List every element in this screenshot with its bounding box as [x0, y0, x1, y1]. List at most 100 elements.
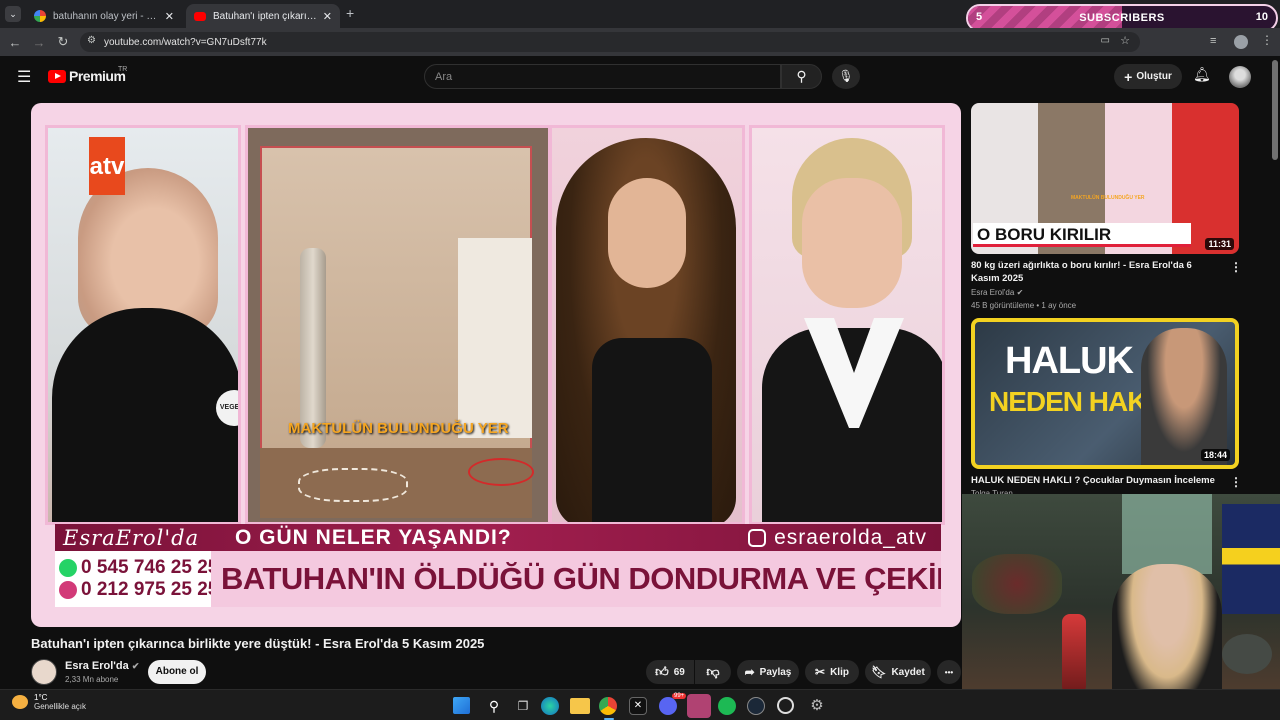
tab-title: Batuhan'ı ipten çıkarınca birlikte	[213, 10, 317, 22]
clip-button[interactable]: ✂ Klip	[805, 660, 859, 684]
bookmark-star-icon[interactable]: ☆	[1120, 34, 1130, 47]
share-button[interactable]: ➦ Paylaş	[737, 660, 799, 684]
chevron-down-icon: ⌄	[9, 9, 17, 19]
related-meta: 45 B görüntüleme • 1 ay önce	[971, 301, 1077, 310]
chalk-outline	[298, 468, 408, 502]
more-vert-icon[interactable]: ⋮	[1230, 260, 1242, 274]
like-button[interactable]: 👍︎ 69	[646, 660, 694, 684]
video-panel-woman	[549, 125, 745, 525]
region-code: TR	[118, 66, 128, 73]
create-button[interactable]: + Oluştur	[1114, 64, 1182, 89]
search-button[interactable]: ⚲	[781, 64, 822, 89]
reload-icon[interactable]: ↻	[51, 34, 75, 50]
save-label: Kaydet	[891, 666, 925, 678]
x-app-icon[interactable]: ✕	[629, 697, 647, 715]
cam-window	[1122, 494, 1212, 574]
new-tab-button[interactable]: +	[346, 5, 354, 21]
tab-youtube-video[interactable]: Batuhan'ı ipten çıkarınca birlikte ✕	[186, 4, 340, 28]
steam-icon[interactable]	[747, 697, 765, 715]
channel-name[interactable]: Esra Erol'da ✔	[65, 660, 139, 672]
clock-app-icon[interactable]	[777, 697, 794, 714]
microphone-icon: 🎙	[838, 69, 854, 83]
file-explorer-icon[interactable]	[570, 698, 590, 714]
cam-plant	[972, 554, 1062, 614]
weather-widget[interactable]: 1°C Genellikle açık	[12, 693, 86, 711]
channel-avatar[interactable]	[31, 659, 57, 685]
tab-title: batuhanın olay yeri - Google'da	[53, 10, 159, 22]
thumb-line-1: HALUK	[1005, 340, 1134, 382]
discord-icon[interactable]	[659, 697, 677, 715]
more-vert-icon[interactable]: ⋮	[1230, 475, 1242, 489]
plus-icon: +	[346, 5, 355, 21]
close-icon[interactable]: ✕	[165, 10, 174, 23]
account-avatar[interactable]	[1229, 66, 1251, 88]
windows-taskbar: 1°C Genellikle açık ⚲ ❐ ✕ 99+ ⚙	[0, 689, 1280, 720]
plus-icon: +	[1124, 68, 1133, 85]
cam-flag	[1222, 504, 1280, 614]
weather-temp: 1°C	[34, 693, 48, 702]
settings-icon[interactable]: ⚙	[806, 695, 828, 717]
more-actions-button[interactable]: •••	[937, 660, 961, 684]
voice-search-button[interactable]: 🎙	[832, 64, 860, 89]
dislike-button[interactable]: 👎︎	[695, 660, 731, 684]
search-input[interactable]: Ara	[424, 64, 781, 89]
bookmark-icon: 🔖︎	[871, 665, 887, 679]
weather-text-block: 1°C Genellikle açık	[34, 693, 86, 711]
tab-search-button[interactable]: ⌄	[5, 6, 21, 22]
thumbs-up-icon: 👍︎	[655, 664, 669, 679]
cast-icon[interactable]: ▭	[1101, 35, 1110, 46]
google-favicon-icon	[34, 10, 46, 22]
red-circle-marker	[468, 458, 534, 486]
weather-icon	[12, 695, 28, 709]
whatsapp-line: 0 545 746 25 25	[59, 557, 218, 579]
related-thumbnail[interactable]: O BORU KIRILIR MAKTULÜN BULUNDUĞU YER 11…	[971, 103, 1239, 254]
youtube-logo-text[interactable]: Premium	[69, 68, 126, 84]
subscribe-button[interactable]: Abone ol	[148, 660, 206, 684]
task-view-icon[interactable]: ❐	[512, 695, 534, 717]
face	[802, 178, 902, 308]
atv-logo-text: atv	[89, 153, 125, 180]
verified-icon: ✔	[131, 661, 140, 671]
forward-icon[interactable]: →	[27, 35, 51, 50]
chrome-icon[interactable]	[599, 697, 617, 715]
person-figure	[1141, 328, 1227, 465]
whatsapp-icon	[59, 559, 77, 577]
video-duration: 18:44	[1200, 449, 1230, 461]
media-controls-icon[interactable]: ≡	[1210, 35, 1216, 47]
guest-shirt	[52, 308, 238, 522]
tab-google-search[interactable]: batuhanın olay yeri - Google'da ✕	[26, 4, 182, 28]
obs-app-icon[interactable]	[687, 694, 711, 718]
related-video-title[interactable]: HALUK NEDEN HAKLI ? Çocuklar Duymasın İn…	[971, 474, 1219, 487]
phone-number: 0 545 746 25 25	[81, 557, 219, 578]
edge-icon[interactable]	[541, 697, 559, 715]
cam-microphone	[1062, 614, 1086, 694]
more-icon: •••	[944, 667, 954, 677]
hamburger-menu-icon[interactable]: ☰	[17, 67, 31, 87]
share-label: Paylaş	[759, 666, 792, 678]
site-info-icon[interactable]: ⚙	[87, 35, 96, 46]
back-icon[interactable]: ←	[3, 35, 27, 50]
windows-start-icon[interactable]	[453, 697, 470, 714]
phone-number: 0 212 975 25 25	[81, 579, 219, 600]
address-bar[interactable]: ⚙ youtube.com/watch?v=GN7uDsft77k ▭ ☆	[80, 32, 1140, 52]
channel-subscriber-count: 2,33 Mn abone	[65, 675, 119, 684]
browser-menu-icon[interactable]: ⋮	[1261, 33, 1273, 47]
atv-logo: atv	[89, 137, 125, 195]
page-scrollbar[interactable]	[1272, 60, 1278, 160]
youtube-logo-icon[interactable]	[48, 70, 66, 83]
video-title: Batuhan'ı ipten çıkarınca birlikte yere …	[31, 636, 485, 651]
clip-label: Klip	[830, 666, 849, 678]
search-icon[interactable]: ⚲	[483, 695, 505, 717]
profile-avatar[interactable]	[1234, 35, 1248, 49]
goal-target-number: 10	[1255, 11, 1268, 23]
video-panel-guest: VEGETA	[45, 125, 241, 525]
related-video-title[interactable]: 80 kg üzeri ağırlıkta o boru kırılır! - …	[971, 259, 1219, 285]
scene-caption: MAKTULÜN BULUNDUĞU YER	[288, 420, 509, 437]
close-icon[interactable]: ✕	[323, 10, 332, 23]
spotify-icon[interactable]	[718, 697, 736, 715]
notifications-bell-icon[interactable]: 🔔︎	[1193, 66, 1211, 83]
save-button[interactable]: 🔖︎ Kaydet	[865, 660, 931, 684]
related-channel[interactable]: Esra Erol'da ✔	[971, 288, 1023, 297]
video-player[interactable]: VEGETA atv MAKTULÜN BULUNDUĞU YER EsraEr…	[31, 103, 961, 627]
related-thumbnail[interactable]: HALUK NEDEN HAKLI? 18:44	[971, 318, 1239, 469]
